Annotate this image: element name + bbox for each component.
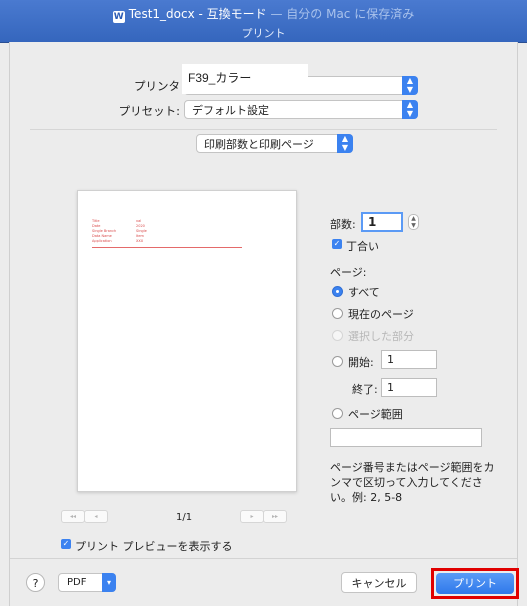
preview-row-value: Single: [136, 229, 147, 233]
pages-current-label: 現在のページ: [348, 308, 414, 321]
pdf-label: PDF: [67, 577, 87, 588]
print-dialog-window: W Test1_docx - 互換モード — 自分の Mac に保存済み プリント…: [0, 0, 527, 606]
copies-stepper[interactable]: ▲ ▼: [408, 214, 419, 230]
copies-label: 部数:: [330, 218, 356, 231]
print-options-section-select[interactable]: 印刷部数と印刷ページ ▲ ▼: [196, 134, 353, 153]
preset-value: デフォルト設定: [192, 104, 269, 117]
printer-name-overlay: F39_カラー: [182, 64, 308, 94]
chevron-down-icon: ▾: [102, 573, 116, 592]
chevron-updown-icon: ▲ ▼: [402, 76, 418, 95]
pages-to-label: 終了:: [352, 383, 378, 396]
printer-label: プリンタ: [134, 79, 180, 93]
pages-range-radio[interactable]: [332, 408, 343, 419]
show-preview-label: プリント プレビューを表示する: [75, 540, 233, 553]
word-document-icon: W: [112, 11, 125, 23]
cancel-button[interactable]: キャンセル: [341, 572, 417, 593]
collate-checkbox[interactable]: ✓: [332, 239, 342, 249]
last-page-button[interactable]: ▸▸: [263, 510, 287, 523]
previous-page-button[interactable]: ◂: [84, 510, 108, 523]
pages-all-label: すべて: [348, 286, 380, 299]
pages-to-input[interactable]: 1: [381, 378, 437, 397]
pages-selection-radio: [332, 330, 343, 341]
window-title-main: Test1_docx - 互換モード: [128, 7, 267, 21]
preview-row-value: XXX: [136, 239, 144, 243]
preview-row-label: Single Branch: [92, 229, 117, 233]
pages-current-radio[interactable]: [332, 308, 343, 319]
preview-row-value: 2020: [136, 224, 145, 228]
pages-range-label: ページ範囲: [348, 408, 403, 421]
next-page-button[interactable]: ▸: [240, 510, 264, 523]
copies-input[interactable]: 1: [361, 212, 403, 232]
preview-row-label: Title: [92, 219, 100, 223]
window-title-saved-status: — 自分の Mac に保存済み: [266, 7, 415, 21]
chevron-updown-icon: ▲ ▼: [337, 134, 353, 153]
preview-row-value: val: [136, 219, 142, 223]
show-preview-checkbox[interactable]: ✓: [61, 539, 71, 549]
help-button[interactable]: ?: [26, 573, 45, 592]
section-value: 印刷部数と印刷ページ: [204, 138, 314, 151]
collate-label: 丁合い: [346, 240, 379, 253]
print-sheet: プリンタ ▲ ▼ F39_カラー プリセット: デフォルト設定 ▲ ▼ 印刷部数と印…: [9, 42, 518, 606]
preset-select[interactable]: デフォルト設定 ▲ ▼: [184, 100, 418, 119]
pages-from-input[interactable]: 1: [381, 350, 437, 369]
title-bar: W Test1_docx - 互換モード — 自分の Mac に保存済み プリント: [0, 0, 527, 43]
preview-row-label: Data Name: [92, 234, 112, 238]
page-preview: Title val Date 2020 Single Branch Single…: [77, 190, 297, 492]
print-sheet-title: プリント: [241, 27, 286, 40]
pdf-menu-button[interactable]: PDF ▾: [58, 573, 116, 592]
pages-all-radio[interactable]: [332, 286, 343, 297]
window-title: W Test1_docx - 互換モード — 自分の Mac に保存済み: [0, 5, 527, 23]
pages-from-label: 開始:: [348, 356, 374, 369]
preview-row-label: Application: [92, 239, 112, 243]
preset-label: プリセット:: [118, 104, 180, 118]
footer-divider: [10, 558, 517, 559]
pages-selection-label: 選択した部分: [348, 330, 414, 343]
print-button-highlight: [431, 568, 519, 599]
chevron-updown-icon: ▲ ▼: [402, 100, 418, 119]
pages-label: ページ:: [330, 266, 367, 279]
page-range-help-text: ページ番号またはページ範囲をカンマで区切って入力してください。例: 2, 5-8: [330, 461, 495, 504]
divider: [30, 129, 497, 130]
pages-range-input[interactable]: [330, 428, 482, 447]
preview-rule: [92, 247, 242, 248]
pages-from-radio[interactable]: [332, 356, 343, 367]
preview-row-value: Item: [136, 234, 144, 238]
preview-row-label: Date: [92, 224, 101, 228]
page-indicator: 1/1: [176, 512, 193, 523]
first-page-button[interactable]: ◂◂: [61, 510, 85, 523]
